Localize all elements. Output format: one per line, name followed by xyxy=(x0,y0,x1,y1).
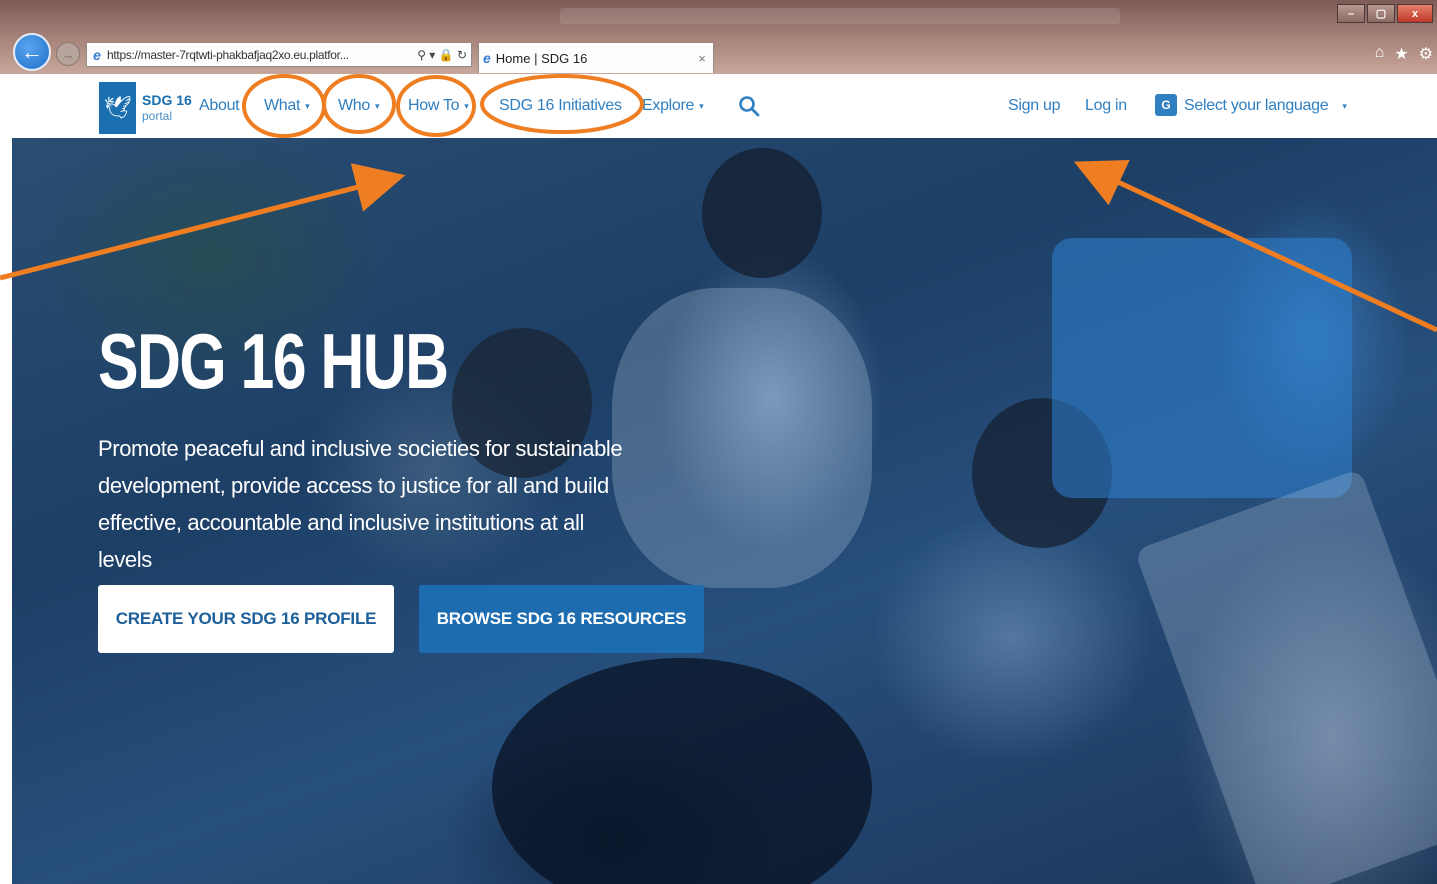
home-icon[interactable]: ⌂ xyxy=(1375,44,1385,64)
address-url[interactable]: https://master-7rqtwti-phakbafjaq2xo.eu.… xyxy=(107,48,413,62)
create-profile-label: CREATE YOUR SDG 16 PROFILE xyxy=(115,609,377,628)
nav-label: How To xyxy=(408,97,460,114)
language-selector[interactable]: Select your language ▾ xyxy=(1184,74,1347,138)
nav-label: Explore xyxy=(642,97,695,114)
caret-down-icon: ▾ xyxy=(1342,100,1347,111)
close-window-button[interactable]: x xyxy=(1397,4,1433,23)
caret-down-icon: ▾ xyxy=(699,100,704,111)
nav-label: About xyxy=(199,97,240,114)
nav-who[interactable]: Who ▾ xyxy=(338,74,380,138)
sdg16-logo[interactable]: 🕊 xyxy=(99,82,136,134)
nav-label: SDG 16 Initiatives xyxy=(499,97,622,114)
log-in-link[interactable]: Log in xyxy=(1085,74,1127,138)
language-label: Select your language xyxy=(1184,97,1329,114)
nav-sdg16-initiatives[interactable]: SDG 16 Initiatives xyxy=(499,74,622,138)
browser-tab-home[interactable]: e Home | SDG 16 × xyxy=(478,42,714,73)
back-arrow-icon: ← xyxy=(21,39,43,64)
settings-gear-icon[interactable]: ⚙ xyxy=(1419,44,1433,64)
logo-text[interactable]: SDG 16 portal xyxy=(142,92,192,124)
hero-photo-shape xyxy=(492,658,872,884)
tab-close-icon[interactable]: × xyxy=(691,51,713,66)
sign-up-link[interactable]: Sign up xyxy=(1008,74,1060,138)
site-header: 🕊 SDG 16 portal About What ▾ Who ▾ How T… xyxy=(12,74,1437,138)
address-bar[interactable]: e https://master-7rqtwti-phakbafjaq2xo.e… xyxy=(86,42,472,67)
hero-photo-shape xyxy=(702,148,822,278)
search-icon[interactable] xyxy=(737,94,761,118)
tab-label: Home | SDG 16 xyxy=(495,50,588,66)
caret-down-icon: ▾ xyxy=(305,100,310,111)
hero-photo-shape xyxy=(612,288,872,588)
browser-chrome: – ▢ x ← → e https://master-7rqtwti-phakb… xyxy=(0,0,1437,74)
maximize-button[interactable]: ▢ xyxy=(1367,4,1395,23)
logo-title: SDG 16 xyxy=(142,92,192,108)
nav-explore[interactable]: Explore ▾ xyxy=(642,74,704,138)
minimize-button[interactable]: – xyxy=(1337,4,1365,23)
browse-resources-label: BROWSE SDG 16 RESOURCES xyxy=(436,609,687,628)
translate-icon: G xyxy=(1155,94,1177,116)
nav-what[interactable]: What ▾ xyxy=(264,74,310,138)
nav-label: What xyxy=(264,97,301,114)
create-profile-button[interactable]: CREATE YOUR SDG 16 PROFILE xyxy=(98,585,394,653)
hero-banner: SDG 16 HUB Promote peaceful and inclusiv… xyxy=(12,138,1437,884)
forward-arrow-icon: → xyxy=(61,46,75,62)
translate-glyph: G xyxy=(1161,98,1171,112)
forward-button[interactable]: → xyxy=(56,42,80,66)
ie-page-icon: e xyxy=(93,46,101,63)
caret-down-icon: ▾ xyxy=(375,100,380,111)
address-tools-icons[interactable]: ⚲ ▾ 🔒 ↻ xyxy=(413,48,471,62)
nav-label: Who xyxy=(338,97,370,114)
hero-photo-shape xyxy=(1134,468,1437,884)
log-in-label: Log in xyxy=(1085,97,1127,114)
window-controls: – ▢ x xyxy=(1335,4,1433,23)
hero-description: Promote peaceful and inclusive societies… xyxy=(98,436,623,572)
ie-tab-icon: e xyxy=(483,50,491,66)
caret-down-icon: ▾ xyxy=(464,100,469,111)
hero-title: SDG 16 HUB xyxy=(98,317,449,405)
hero-photo-shape xyxy=(1052,238,1352,498)
back-button[interactable]: ← xyxy=(13,33,51,71)
window-title-strip xyxy=(560,8,1120,24)
favorites-star-icon[interactable]: ★ xyxy=(1394,44,1408,64)
nav-about[interactable]: About xyxy=(199,74,240,138)
nav-how-to[interactable]: How To ▾ xyxy=(408,74,469,138)
logo-subtitle: portal xyxy=(142,109,173,123)
browse-resources-button[interactable]: BROWSE SDG 16 RESOURCES xyxy=(419,585,704,653)
sign-up-label: Sign up xyxy=(1008,97,1061,114)
dove-logo-icon: 🕊 xyxy=(103,95,132,120)
browser-toolbar-icons: ⌂ ★ ⚙ xyxy=(1375,44,1433,64)
